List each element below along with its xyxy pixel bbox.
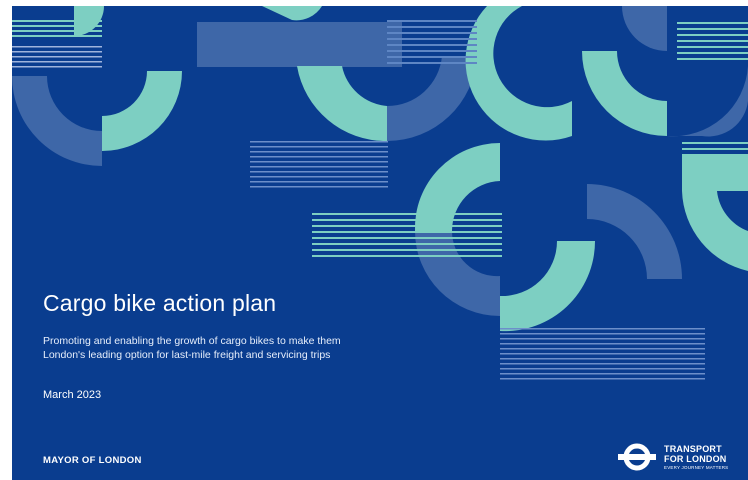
teal-ring-far-right — [682, 191, 748, 271]
report-subtitle: Promoting and enabling the growth of car… — [43, 335, 341, 361]
teal-ring-left — [102, 71, 182, 151]
stripes-lower — [500, 328, 705, 380]
slate-ring-left — [12, 76, 102, 166]
tfl-wordmark: TRANSPORT FOR LONDON EVERY JOURNEY MATTE… — [664, 444, 728, 471]
slate-ring-right — [667, 66, 748, 137]
stripes-center-mid — [250, 141, 388, 188]
stripes-right-mid — [682, 142, 748, 156]
slate-bar-top — [197, 22, 402, 67]
tfl-line-1: TRANSPORT — [664, 443, 722, 454]
mayor-of-london-logo: MAYOR OF LONDON — [43, 455, 142, 466]
teal-ring-lower — [500, 241, 596, 332]
tfl-roundel-icon — [618, 443, 656, 471]
stripes-right-top — [677, 22, 748, 60]
slate-cap-right — [622, 6, 667, 51]
slate-ring-center — [387, 56, 477, 142]
tfl-line-2: FOR LONDON — [664, 453, 727, 464]
slate-ring-mid-right — [587, 184, 682, 279]
tfl-logo: TRANSPORT FOR LONDON EVERY JOURNEY MATTE… — [616, 442, 728, 472]
stripes-middle-teal — [312, 213, 502, 257]
teal-ring-upper-right — [465, 6, 572, 141]
teal-cap-top — [262, 6, 322, 21]
report-cover: Cargo bike action plan Promoting and ena… — [12, 6, 748, 480]
teal-arc-middle — [414, 142, 500, 231]
tfl-tagline: EVERY JOURNEY MATTERS — [664, 464, 729, 470]
decorative-pattern — [12, 6, 748, 380]
stripes-top-left — [12, 46, 102, 68]
teal-ring-center — [297, 66, 387, 142]
teal-ring-right — [582, 51, 667, 136]
teal-block-right — [682, 156, 748, 191]
report-date: March 2023 — [43, 389, 102, 401]
report-title: Cargo bike action plan — [43, 290, 277, 316]
